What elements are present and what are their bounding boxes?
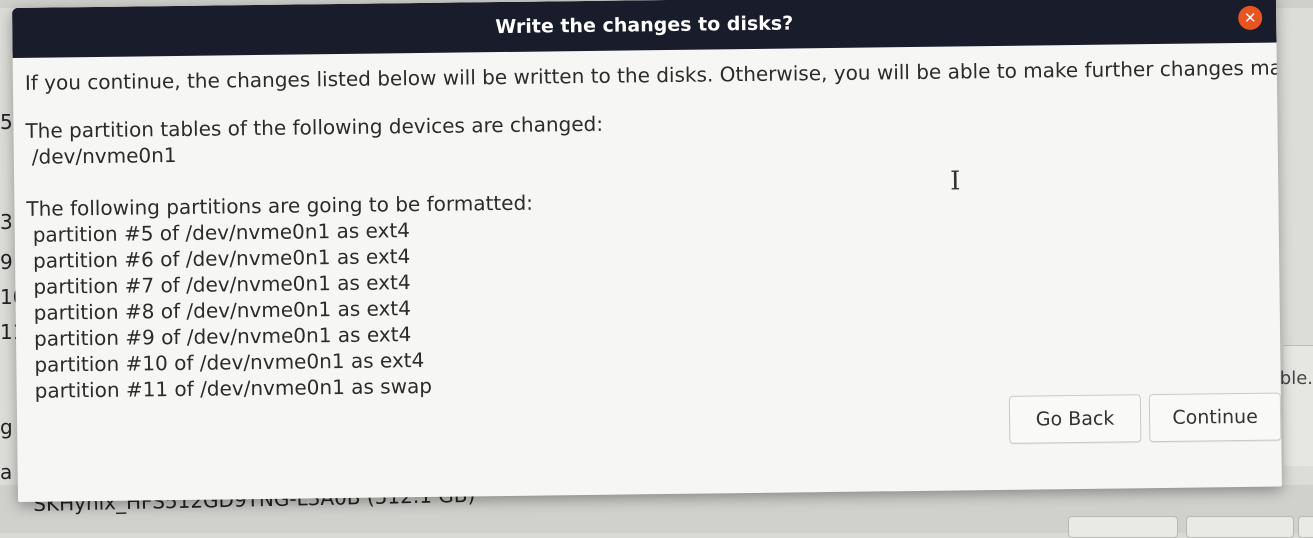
dialog-titlebar: Write the changes to disks? ✕ — [12, 0, 1277, 58]
background-fragment: g — [0, 415, 13, 439]
dialog-title: Write the changes to disks? — [495, 12, 794, 39]
dialog-intro-text: If you continue, the changes listed belo… — [24, 54, 1282, 95]
background-fragment: 5 — [0, 110, 13, 134]
write-changes-dialog: Write the changes to disks? ✕ If you con… — [12, 0, 1282, 502]
background-right-panel — [1284, 345, 1313, 466]
close-icon[interactable]: ✕ — [1238, 5, 1263, 31]
text-cursor-icon: I — [950, 166, 961, 197]
go-back-button[interactable]: Go Back — [1008, 394, 1142, 444]
background-right-fragment: ble. — [1279, 368, 1313, 389]
background-button[interactable] — [1068, 516, 1178, 538]
background-button[interactable] — [1298, 516, 1313, 538]
background-fragment: a — [0, 460, 13, 484]
continue-button[interactable]: Continue — [1148, 392, 1282, 443]
background-fragment: 3 — [0, 210, 13, 234]
dialog-content: If you continue, the changes listed belo… — [24, 54, 1282, 404]
background-button[interactable] — [1186, 516, 1294, 538]
background-fragment: 9 — [0, 250, 13, 274]
